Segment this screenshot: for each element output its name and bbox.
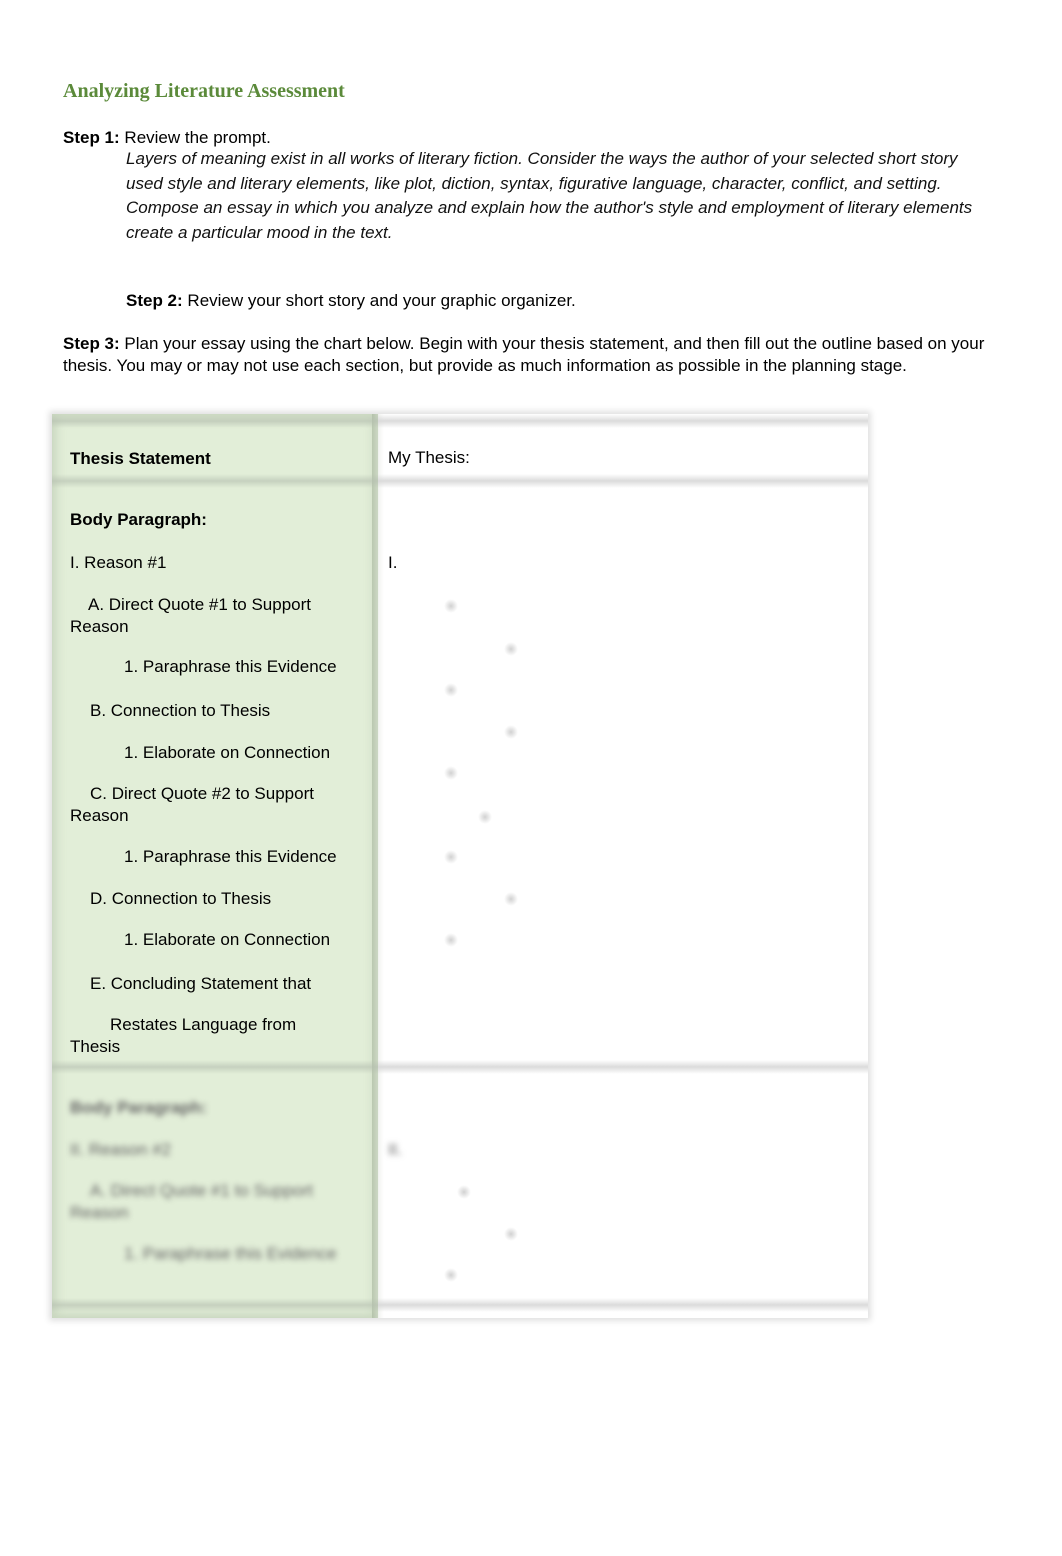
outline-marker[interactable] <box>444 683 458 697</box>
outline-marker[interactable] <box>457 1185 471 1199</box>
outline-marker[interactable] <box>444 850 458 864</box>
item-text-cont: Reason <box>70 617 129 636</box>
outline-item: B. Connection to Thesis <box>90 701 271 720</box>
outline-item: 1. Paraphrase this Evidence <box>124 847 337 866</box>
reason-2-label: II. Reason #2 <box>70 1140 172 1159</box>
reason-2-field[interactable]: II. <box>388 1139 402 1161</box>
body-paragraph-heading: Body Paragraph: <box>70 510 207 529</box>
row-divider-body1-right <box>378 1060 868 1074</box>
outline-entry-column[interactable] <box>378 414 868 1318</box>
row-divider-top-right <box>378 414 868 428</box>
outline-item: Restates Language from Thesis <box>70 1014 370 1058</box>
step-1-label: Step 1: <box>63 128 120 147</box>
my-thesis-field[interactable]: My Thesis: <box>388 447 470 469</box>
item-text: A. Direct Quote #1 to Support <box>88 595 312 614</box>
step-2: Step 2: Review your short story and your… <box>126 290 576 311</box>
step-1-text: Review the prompt. <box>119 128 271 147</box>
item-text: Restates Language from <box>110 1015 297 1034</box>
step-2-text: Review your short story and your graphic… <box>182 291 576 310</box>
reason-1-field[interactable]: I. <box>388 552 397 574</box>
outline-marker[interactable] <box>504 892 518 906</box>
step-1: Step 1: Review the prompt. <box>63 127 271 148</box>
step-3-text: Plan your essay using the chart below. B… <box>63 334 985 375</box>
step-3-label: Step 3: <box>63 334 120 353</box>
step-2-label: Step 2: <box>126 291 183 310</box>
outline-item: 1. Paraphrase this Evidence <box>124 1244 337 1263</box>
outline-marker[interactable] <box>444 933 458 947</box>
row-divider-body1 <box>52 1060 378 1074</box>
outline-marker[interactable] <box>504 642 518 656</box>
outline-item: 1. Paraphrase this Evidence <box>124 657 337 676</box>
outline-marker[interactable] <box>504 1227 518 1241</box>
item-text: A. Direct Quote #1 to Support <box>90 1181 314 1200</box>
outline-item: A. Direct Quote #1 to Support Reason <box>70 594 370 638</box>
outline-table: Thesis Statement My Thesis: Body Paragra… <box>52 414 868 1318</box>
body-paragraph-2-heading: Body Paragraph: <box>70 1098 207 1117</box>
outline-marker[interactable] <box>444 1268 458 1282</box>
item-text-cont: Thesis <box>70 1037 121 1056</box>
row-divider-bottom <box>52 1298 378 1312</box>
outline-marker[interactable] <box>478 810 492 824</box>
outline-marker[interactable] <box>444 599 458 613</box>
essay-prompt: Layers of meaning exist in all works of … <box>126 149 973 242</box>
document-title: Analyzing Literature Assessment <box>63 80 345 102</box>
outline-marker[interactable] <box>444 766 458 780</box>
row-divider-bottom-right <box>378 1298 868 1312</box>
outline-item: A. Direct Quote #1 to Support Reason <box>70 1180 370 1224</box>
outline-marker[interactable] <box>504 725 518 739</box>
outline-item: C. Direct Quote #2 to Support Reason <box>70 783 370 827</box>
item-text: C. Direct Quote #2 to Support <box>90 784 314 803</box>
column-divider <box>372 414 384 1318</box>
outline-item: 1. Elaborate on Connection <box>124 743 331 762</box>
item-text-cont: Reason <box>70 806 129 825</box>
outline-item: 1. Elaborate on Connection <box>124 930 331 949</box>
reason-1-label: I. Reason #1 <box>70 553 167 572</box>
row-divider-top <box>52 414 378 428</box>
step-3: Step 3: Plan your essay using the chart … <box>63 333 1003 376</box>
row-divider-thesis <box>52 474 378 488</box>
row-divider-thesis-right <box>378 474 868 488</box>
outline-item: E. Concluding Statement that <box>90 974 312 993</box>
outline-item: D. Connection to Thesis <box>90 889 272 908</box>
item-text-cont: Reason <box>70 1203 129 1222</box>
thesis-statement-label: Thesis Statement <box>70 449 211 468</box>
